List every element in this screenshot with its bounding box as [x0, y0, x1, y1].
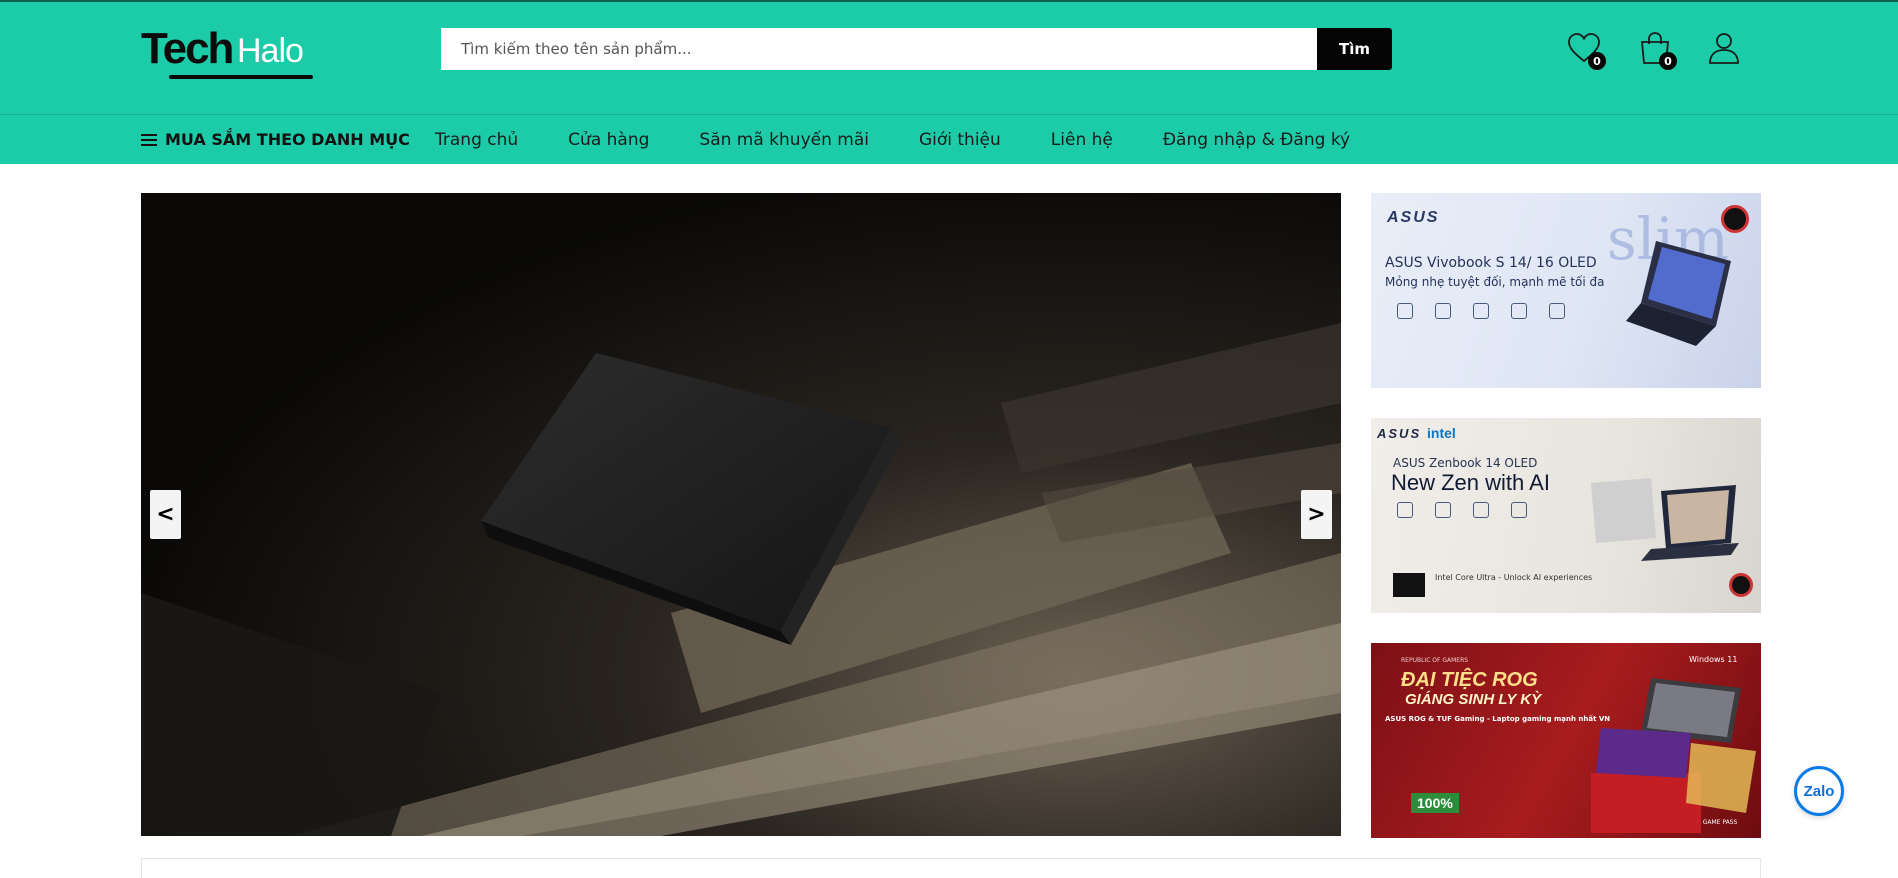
slider-prev-button[interactable]: <: [150, 490, 181, 539]
category-menu-label: MUA SẮM THEO DANH MỤC: [165, 130, 410, 149]
account-button[interactable]: [1706, 30, 1746, 70]
rog-brand: REPUBLIC OF GAMERS: [1401, 657, 1469, 664]
laptop-image: [1626, 241, 1731, 346]
banner-title: ĐẠI TIỆC ROG: [1401, 669, 1538, 691]
banner-footnote: Intel Core Ultra - Unlock AI experiences: [1435, 573, 1593, 582]
banner-subtitle: Mỏng nhẹ tuyệt đối, mạnh mẽ tối đa: [1385, 275, 1605, 289]
intel-evo-badge-icon: [1393, 573, 1425, 597]
site-header: Tech Halo Tìm 0 0: [0, 2, 1898, 114]
site-logo[interactable]: Tech Halo: [141, 24, 321, 84]
promo-badge: 100%: [1411, 793, 1459, 813]
nav-link-shop[interactable]: Cửa hàng: [568, 130, 649, 150]
search-form: Tìm: [441, 28, 1392, 70]
cart-button[interactable]: 0: [1637, 30, 1677, 70]
logo-underline: [169, 75, 313, 79]
logo-text-dark: Tech: [141, 24, 234, 73]
intel-logo: intel: [1427, 425, 1456, 441]
logo-text-light: Halo: [237, 32, 304, 70]
banner-zenbook[interactable]: ASUS intel ASUS Zenbook 14 OLED New Zen …: [1371, 418, 1761, 613]
laptop-image: [1591, 478, 1739, 561]
windows-badge: Windows 11: [1689, 655, 1738, 664]
nav-link-login-register[interactable]: Đăng nhập & Đăng ký: [1163, 130, 1350, 150]
banner-vivobook[interactable]: ASUS ASUS Vivobook S 14/ 16 OLED Mỏng nh…: [1371, 193, 1761, 388]
nav-link-promo-codes[interactable]: Săn mã khuyến mãi: [699, 130, 869, 150]
nav-link-about[interactable]: Giới thiệu: [919, 130, 1001, 150]
banner-title: ASUS Vivobook S 14/ 16 OLED: [1385, 255, 1597, 271]
nav-link-contact[interactable]: Liên hệ: [1051, 130, 1113, 150]
oled-badge-icon: [1729, 573, 1753, 597]
feature-icons: [1397, 303, 1565, 319]
hamburger-icon: [141, 131, 157, 149]
search-input[interactable]: [441, 28, 1317, 70]
oled-badge-icon: [1721, 205, 1749, 233]
banner-subtitle: GIÁNG SINH LY KỲ: [1405, 691, 1542, 708]
content-section-top: [141, 858, 1761, 878]
user-icon: [1709, 33, 1739, 64]
nav-link-home[interactable]: Trang chủ: [435, 130, 518, 150]
main-nav: MUA SẮM THEO DANH MỤC Trang chủ Cửa hàng…: [0, 114, 1898, 164]
category-menu-toggle[interactable]: MUA SẮM THEO DANH MỤC: [141, 115, 410, 164]
hero-slider: < >: [141, 193, 1341, 836]
banner-rog[interactable]: REPUBLIC OF GAMERS ĐẠI TIỆC ROG GIÁNG SI…: [1371, 643, 1761, 838]
feature-icons: [1397, 502, 1527, 518]
wishlist-count-badge: 0: [1588, 52, 1606, 70]
zalo-chat-button[interactable]: Zalo: [1794, 766, 1844, 816]
hero-slide-image: [141, 193, 1341, 836]
cart-count-badge: 0: [1659, 52, 1677, 70]
asus-logo: ASUS: [1377, 426, 1422, 441]
search-button[interactable]: Tìm: [1317, 28, 1392, 70]
banner-subtitle: New Zen with AI: [1391, 470, 1550, 495]
banner-title: ASUS Zenbook 14 OLED: [1393, 456, 1538, 470]
wishlist-button[interactable]: 0: [1566, 30, 1606, 70]
laptop-image: [1591, 678, 1756, 833]
nav-menu: Trang chủ Cửa hàng Săn mã khuyến mãi Giớ…: [435, 115, 1400, 164]
slider-next-button[interactable]: >: [1301, 490, 1332, 539]
asus-logo: ASUS: [1387, 209, 1440, 226]
